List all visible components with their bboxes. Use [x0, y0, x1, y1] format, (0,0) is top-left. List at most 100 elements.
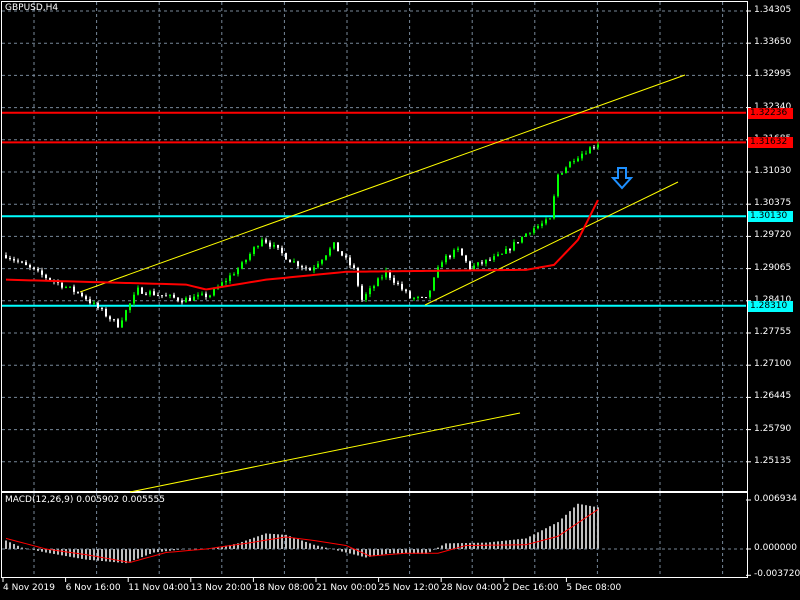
- price-label: 1.25790: [754, 423, 792, 434]
- candle-body: [141, 287, 143, 294]
- candle-body: [301, 266, 303, 268]
- candle-body: [121, 320, 123, 328]
- candle-body: [525, 233, 527, 237]
- candle-body: [237, 268, 239, 275]
- candle-body: [165, 295, 167, 297]
- candle-body: [569, 161, 571, 168]
- candle-body: [561, 173, 563, 175]
- time-label: 13 Nov 20:00: [190, 583, 252, 593]
- candle-body: [545, 219, 547, 224]
- trend-line: [424, 181, 679, 306]
- candle-body: [397, 282, 399, 285]
- candle-body: [117, 319, 119, 328]
- candle-body: [481, 262, 483, 264]
- candle-body: [469, 261, 471, 270]
- candle-body: [485, 259, 487, 264]
- macd-axis-label: 0.000000: [754, 543, 797, 553]
- candle-body: [69, 286, 71, 288]
- candle-body: [557, 174, 559, 197]
- candle-body: [145, 293, 147, 295]
- candle-body: [5, 255, 7, 259]
- candle-body: [329, 248, 331, 256]
- macd-axis-label: 0.006934: [754, 494, 797, 504]
- candle-body: [413, 297, 415, 299]
- candle-body: [453, 249, 455, 258]
- time-label: 28 Nov 04:00: [441, 583, 502, 593]
- candle-body: [233, 274, 235, 276]
- candle-body: [581, 153, 583, 159]
- candle-body: [181, 300, 183, 303]
- candle-body: [429, 290, 431, 298]
- candle-body: [137, 287, 139, 295]
- down-arrow-icon: [610, 167, 634, 190]
- trend-line: [129, 412, 521, 493]
- candle-body: [169, 294, 171, 296]
- candle-body: [297, 261, 299, 267]
- candle-body: [565, 167, 567, 174]
- candle-body: [37, 268, 39, 271]
- candle-body: [285, 253, 287, 260]
- macd-frame: [1, 492, 748, 578]
- candle-body: [445, 255, 447, 263]
- macd-axis-label: -0.003720: [754, 569, 800, 580]
- candle-body: [305, 267, 307, 269]
- candle-body: [245, 259, 247, 263]
- price-tag: 1.32236: [748, 107, 793, 119]
- price-label: 1.25135: [754, 455, 792, 466]
- candle-body: [473, 265, 475, 270]
- candle-body: [497, 254, 499, 257]
- candle-body: [209, 295, 211, 298]
- price-tag: 1.30130: [748, 211, 793, 223]
- candle-body: [521, 236, 523, 243]
- candle-body: [321, 259, 323, 264]
- candle-body: [81, 292, 83, 297]
- candle-body: [33, 267, 35, 269]
- candle-body: [265, 239, 267, 243]
- candle-body: [177, 297, 179, 301]
- price-chart[interactable]: [0, 0, 800, 600]
- price-label: 1.30375: [754, 198, 792, 209]
- candle-body: [65, 286, 67, 288]
- candle-body: [157, 295, 159, 297]
- candle-body: [281, 247, 283, 254]
- candle-body: [77, 291, 79, 293]
- candle-body: [457, 248, 459, 250]
- candle-body: [125, 310, 127, 321]
- candle-body: [381, 277, 383, 279]
- candle-body: [149, 291, 151, 295]
- candle-body: [249, 253, 251, 260]
- price-tag: 1.31632: [748, 137, 793, 149]
- candle-body: [437, 267, 439, 278]
- candle-body: [369, 288, 371, 295]
- candle-body: [589, 147, 591, 154]
- candle-body: [401, 284, 403, 290]
- candle-body: [541, 223, 543, 227]
- price-label: 1.34305: [754, 5, 792, 15]
- candle-body: [313, 267, 315, 271]
- candle-body: [161, 295, 163, 297]
- candle-body: [317, 263, 319, 268]
- candle-body: [517, 242, 519, 244]
- time-label: 11 Nov 04:00: [128, 583, 189, 593]
- candle-body: [593, 147, 595, 149]
- candle-body: [105, 308, 107, 317]
- candle-body: [229, 275, 231, 282]
- time-label: 2 Dec 16:00: [503, 583, 559, 593]
- candle-body: [309, 268, 311, 271]
- candle-body: [501, 253, 503, 255]
- candle-body: [477, 262, 479, 266]
- candle-body: [337, 242, 339, 252]
- candle-body: [509, 248, 511, 251]
- candle-body: [597, 144, 599, 148]
- candle-body: [241, 262, 243, 269]
- candle-body: [201, 293, 203, 295]
- candle-body: [261, 239, 263, 247]
- chart-title: GBPUSD,H4: [5, 3, 59, 13]
- candle-body: [213, 288, 215, 296]
- candle-body: [41, 270, 43, 275]
- candle-body: [129, 303, 131, 311]
- time-label: 6 Nov 16:00: [65, 583, 121, 593]
- moving-average-line: [5, 199, 599, 291]
- candle-body: [85, 296, 87, 300]
- candle-body: [365, 294, 367, 300]
